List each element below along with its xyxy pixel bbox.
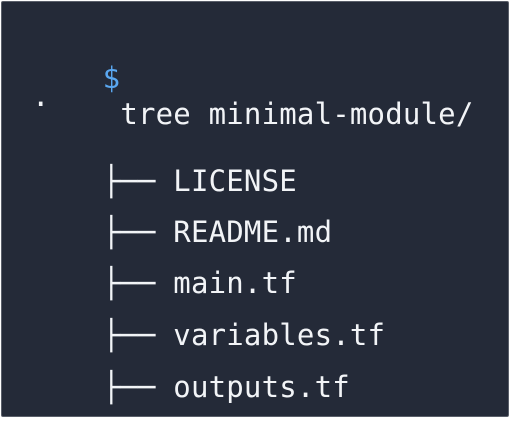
tree-root-marker: .	[32, 79, 50, 113]
file-name: outputs.tf	[173, 370, 350, 404]
prompt-symbol: $	[102, 61, 121, 95]
command-text: tree minimal-module/	[120, 97, 474, 131]
tree-entry: ├── outputs.tf	[32, 333, 350, 441]
terminal-window: $ tree minimal-module/ . ├── LICENSE ├──…	[1, 1, 509, 417]
tree-branch-glyph: ├──	[102, 370, 156, 404]
